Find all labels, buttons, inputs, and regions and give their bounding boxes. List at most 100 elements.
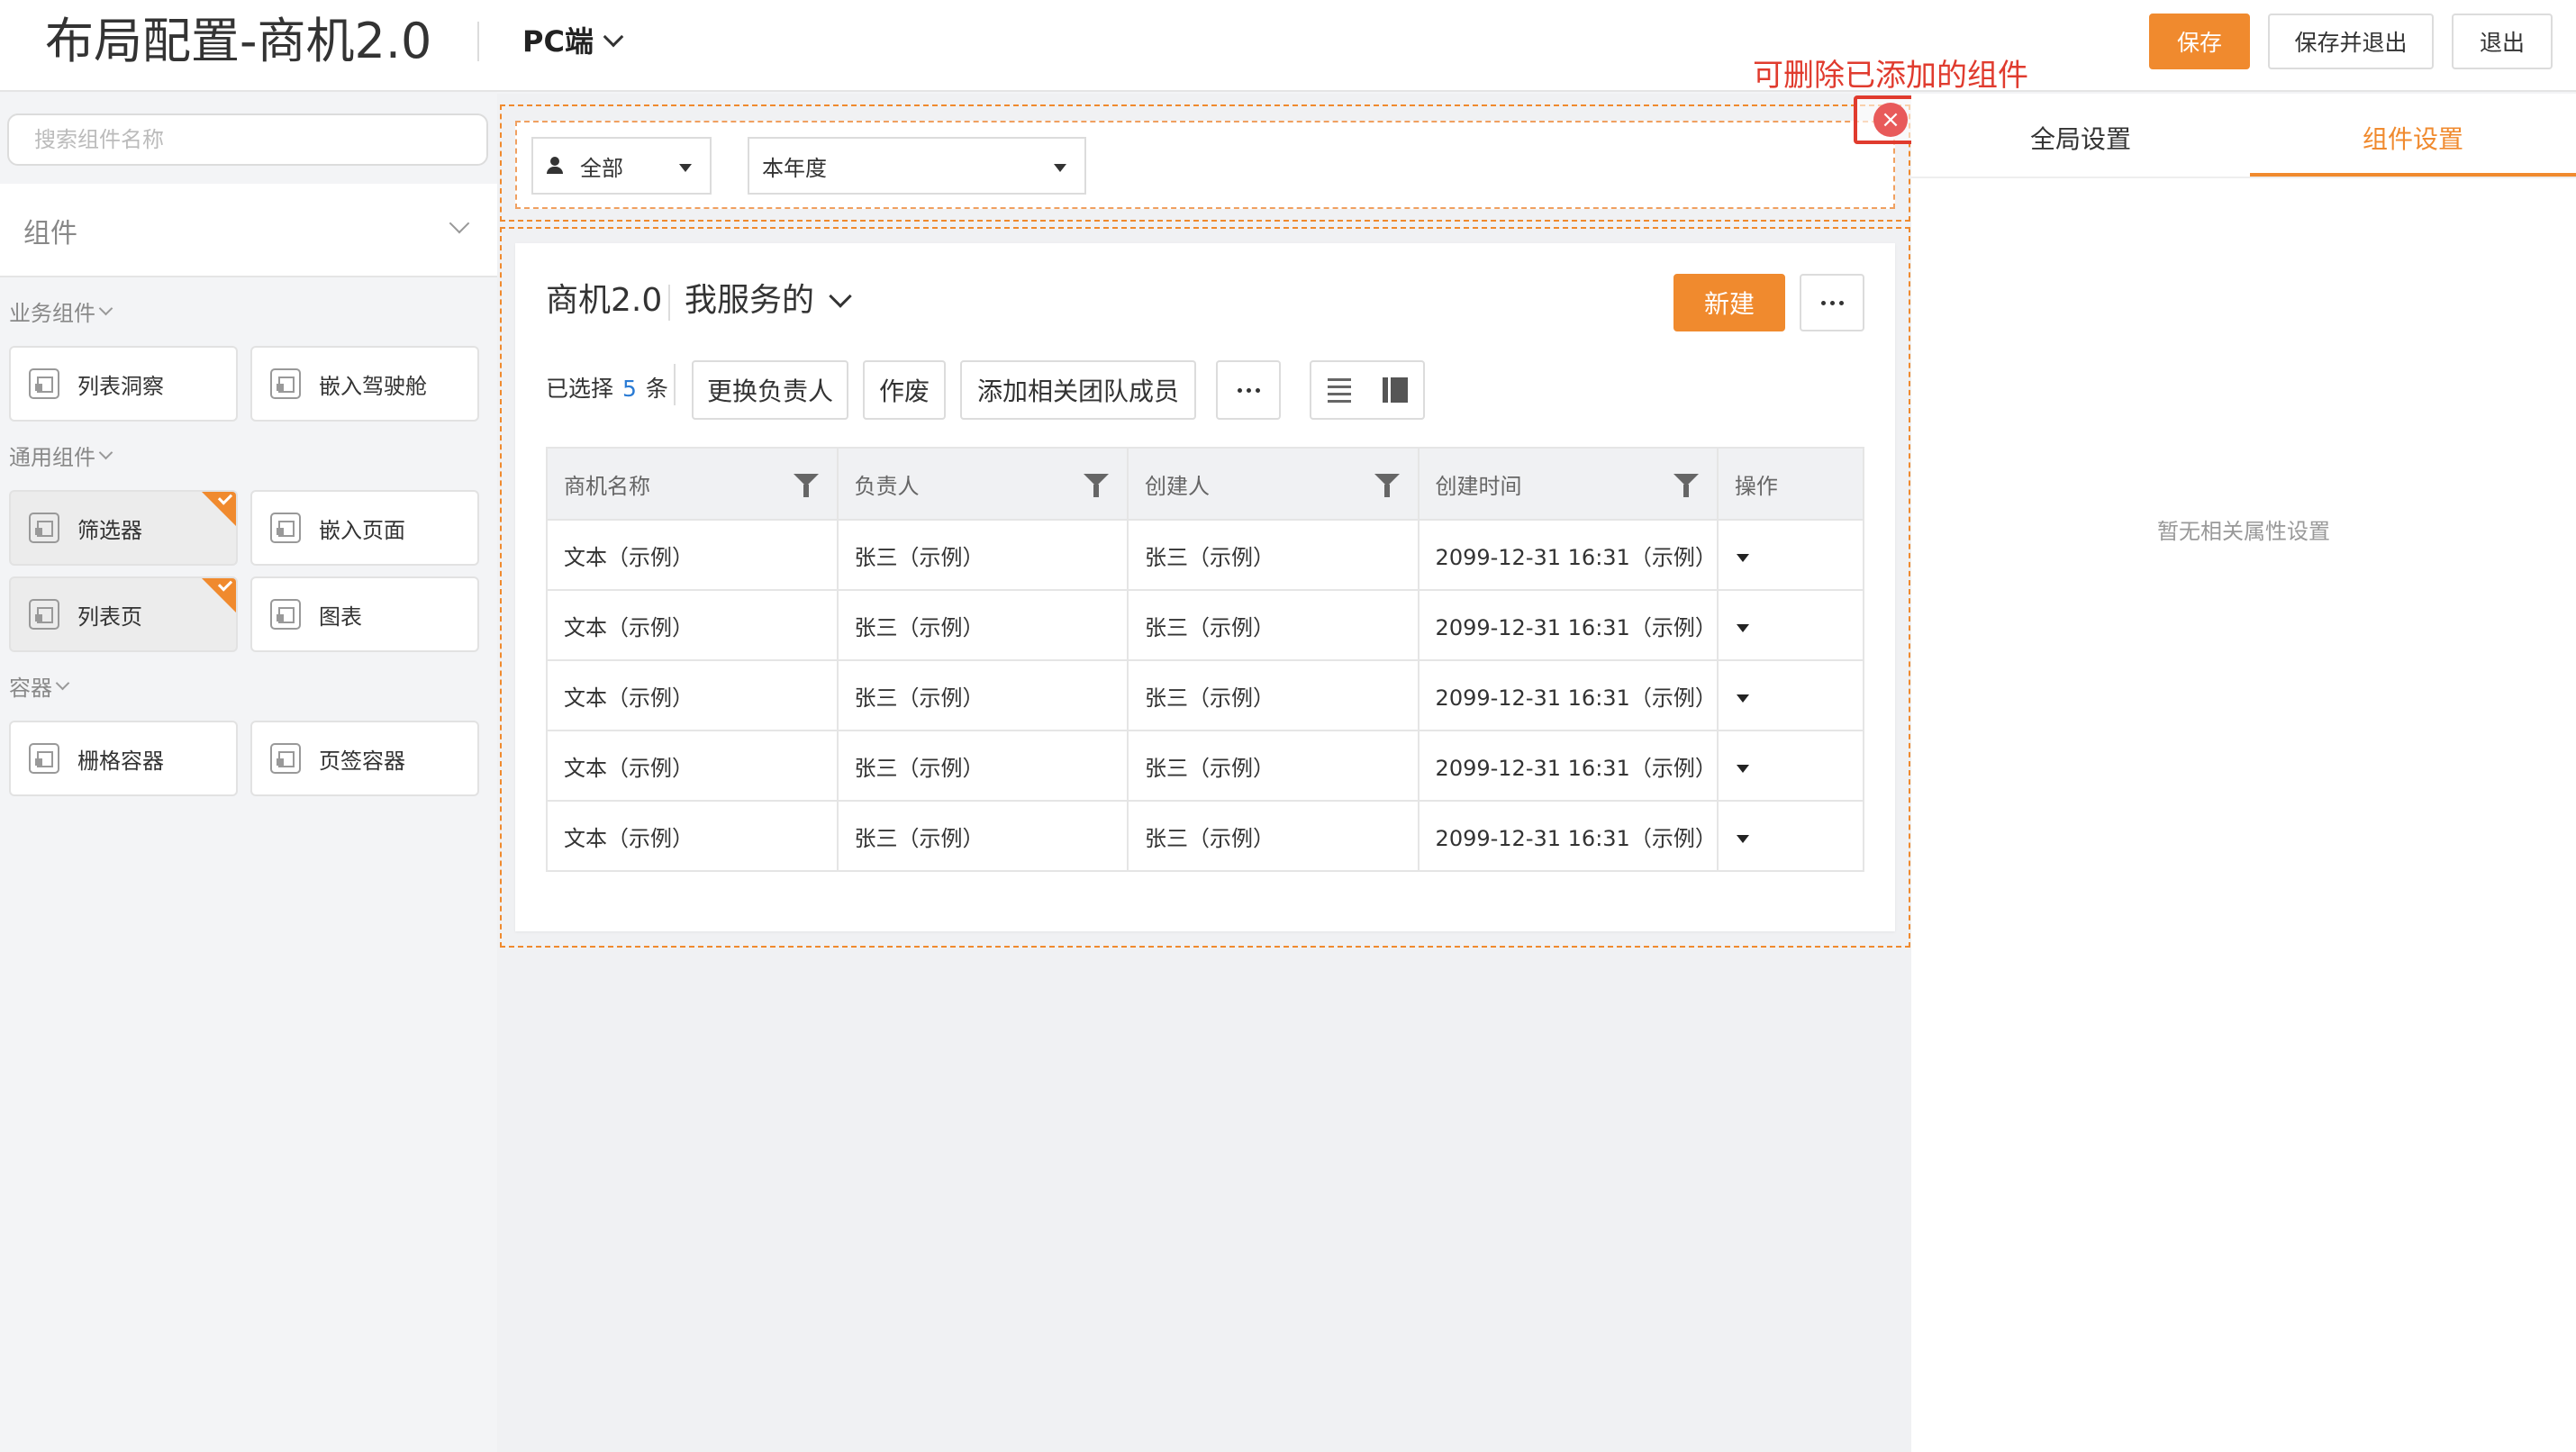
chevron-down-icon bbox=[98, 301, 113, 316]
chevron-down-icon bbox=[603, 26, 624, 48]
exit-button[interactable]: 退出 bbox=[2452, 14, 2553, 69]
empty-settings-hint: 暂无相关属性设置 bbox=[2157, 519, 2330, 544]
list-view-button[interactable] bbox=[1311, 362, 1367, 418]
action-cell bbox=[1716, 800, 1865, 872]
filter-funnel-icon[interactable] bbox=[1673, 474, 1699, 497]
component-grid-container[interactable]: 栅格容器 bbox=[9, 721, 238, 796]
table-row[interactable]: 文本（示例） 张三（示例） 张三（示例） 2099-12-31 16:31（示例… bbox=[546, 730, 1865, 802]
board-view-icon bbox=[1383, 377, 1408, 403]
caret-down-icon[interactable] bbox=[1736, 835, 1749, 843]
table-row[interactable]: 文本（示例） 张三（示例） 张三（示例） 2099-12-31 16:31（示例… bbox=[546, 519, 1865, 591]
void-button[interactable]: 作废 bbox=[863, 360, 946, 420]
table-cell: 张三（示例） bbox=[1127, 519, 1420, 591]
component-chart[interactable]: 图表 bbox=[250, 576, 479, 652]
component-embed-page[interactable]: 嵌入页面 bbox=[250, 490, 479, 566]
caret-down-icon bbox=[679, 164, 692, 172]
save-and-exit-button[interactable]: 保存并退出 bbox=[2268, 14, 2434, 69]
component-list-page[interactable]: 列表页 bbox=[9, 576, 238, 652]
column-header: 负责人 bbox=[836, 447, 1129, 521]
page-title: 布局配置-商机2.0 bbox=[45, 13, 432, 69]
filter-funnel-icon[interactable] bbox=[1084, 474, 1110, 497]
more-button[interactable] bbox=[1800, 274, 1864, 331]
table-cell: 张三（示例） bbox=[1127, 800, 1420, 872]
component-tab-container[interactable]: 页签容器 bbox=[250, 721, 479, 796]
component-search-input[interactable] bbox=[7, 113, 488, 166]
change-owner-button[interactable]: 更换负责人 bbox=[692, 360, 848, 420]
tab-global-settings[interactable]: 全局设置 bbox=[1911, 97, 2250, 178]
filter-funnel-icon[interactable] bbox=[1374, 474, 1400, 497]
column-header: 创建时间 bbox=[1417, 447, 1719, 521]
view-toggle bbox=[1310, 360, 1425, 420]
table-row[interactable]: 文本（示例） 张三（示例） 张三（示例） 2099-12-31 16:31（示例… bbox=[546, 800, 1865, 872]
category-general[interactable]: 通用组件 bbox=[9, 440, 113, 471]
category-label: 通用组件 bbox=[9, 445, 95, 470]
selected-prefix: 已选择 bbox=[546, 376, 614, 402]
components-section-header[interactable]: 组件 bbox=[0, 184, 497, 277]
column-header: 创建人 bbox=[1127, 447, 1420, 521]
component-label: 列表洞察 bbox=[77, 373, 164, 399]
chevron-down-icon bbox=[55, 676, 70, 691]
owner-select-value: 全部 bbox=[580, 155, 623, 181]
table-row[interactable]: 文本（示例） 张三（示例） 张三（示例） 2099-12-31 16:31（示例… bbox=[546, 659, 1865, 731]
column-header-label: 创建人 bbox=[1145, 473, 1211, 499]
owner-select[interactable]: 全部 bbox=[531, 137, 712, 195]
table-cell: 文本（示例） bbox=[546, 659, 839, 731]
action-cell bbox=[1716, 730, 1865, 802]
table-cell: 张三（示例） bbox=[1127, 589, 1420, 661]
settings-panel bbox=[1911, 94, 2576, 1452]
category-container[interactable]: 容器 bbox=[9, 670, 70, 702]
caret-down-icon[interactable] bbox=[1736, 765, 1749, 773]
component-icon bbox=[29, 599, 59, 630]
delete-component-button[interactable]: × bbox=[1873, 103, 1908, 137]
table-row[interactable]: 文本（示例） 张三（示例） 张三（示例） 2099-12-31 16:31（示例… bbox=[546, 589, 1865, 661]
column-header: 商机名称 bbox=[546, 447, 839, 521]
save-button[interactable]: 保存 bbox=[2149, 14, 2250, 69]
close-icon: × bbox=[1881, 106, 1900, 133]
tab-component-settings[interactable]: 组件设置 bbox=[2250, 97, 2576, 178]
period-select[interactable]: 本年度 bbox=[748, 137, 1086, 195]
chevron-down-icon bbox=[449, 213, 470, 234]
filter-funnel-icon[interactable] bbox=[793, 474, 819, 497]
view-selector[interactable]: 我服务的 bbox=[685, 276, 852, 326]
component-list-insight[interactable]: 列表洞察 bbox=[9, 346, 238, 422]
table-cell: 2099-12-31 16:31（示例） bbox=[1417, 659, 1719, 731]
table-cell: 张三（示例） bbox=[836, 589, 1129, 661]
category-business[interactable]: 业务组件 bbox=[9, 295, 113, 327]
table-cell: 2099-12-31 16:31（示例） bbox=[1417, 800, 1719, 872]
caret-down-icon[interactable] bbox=[1736, 624, 1749, 632]
table-cell: 张三（示例） bbox=[1127, 659, 1420, 731]
table-cell: 2099-12-31 16:31（示例） bbox=[1417, 519, 1719, 591]
component-filter[interactable]: 筛选器 bbox=[9, 490, 238, 566]
component-icon bbox=[29, 513, 59, 543]
data-table: 商机名称 负责人 创建人 创建时间 操作 文本（示例） 张三（示例） 张三（示例… bbox=[546, 447, 1865, 872]
action-cell bbox=[1716, 659, 1865, 731]
caret-down-icon[interactable] bbox=[1736, 694, 1749, 703]
board-view-button[interactable] bbox=[1367, 362, 1423, 418]
more-actions-button[interactable] bbox=[1216, 360, 1281, 420]
column-header-label: 负责人 bbox=[854, 473, 920, 499]
caret-down-icon[interactable] bbox=[1736, 554, 1749, 562]
action-cell bbox=[1716, 589, 1865, 661]
component-embed-cockpit[interactable]: 嵌入驾驶舱 bbox=[250, 346, 479, 422]
title-divider bbox=[477, 22, 479, 61]
list-view-icon bbox=[1328, 377, 1351, 403]
platform-dropdown[interactable]: PC端 bbox=[522, 20, 624, 63]
selected-count-text: 已选择 5 条 bbox=[546, 371, 668, 404]
delete-annotation: 可删除已添加的组件 bbox=[1753, 58, 2028, 94]
component-icon bbox=[270, 743, 301, 774]
filter-component bbox=[515, 121, 1895, 209]
table-cell: 文本（示例） bbox=[546, 800, 839, 872]
list-title: 商机2.0 bbox=[546, 282, 663, 319]
table-header-row: 商机名称 负责人 创建人 创建时间 操作 bbox=[546, 447, 1865, 521]
action-cell bbox=[1716, 519, 1865, 591]
more-icon bbox=[1237, 387, 1260, 393]
component-label: 列表页 bbox=[77, 603, 142, 630]
platform-label: PC端 bbox=[522, 24, 594, 59]
view-name: 我服务的 bbox=[685, 282, 815, 319]
chevron-down-icon bbox=[829, 285, 852, 308]
more-icon bbox=[1820, 300, 1844, 305]
component-icon bbox=[270, 513, 301, 543]
table-cell: 张三（示例） bbox=[836, 800, 1129, 872]
new-button[interactable]: 新建 bbox=[1673, 274, 1785, 331]
add-team-member-button[interactable]: 添加相关团队成员 bbox=[960, 360, 1196, 420]
